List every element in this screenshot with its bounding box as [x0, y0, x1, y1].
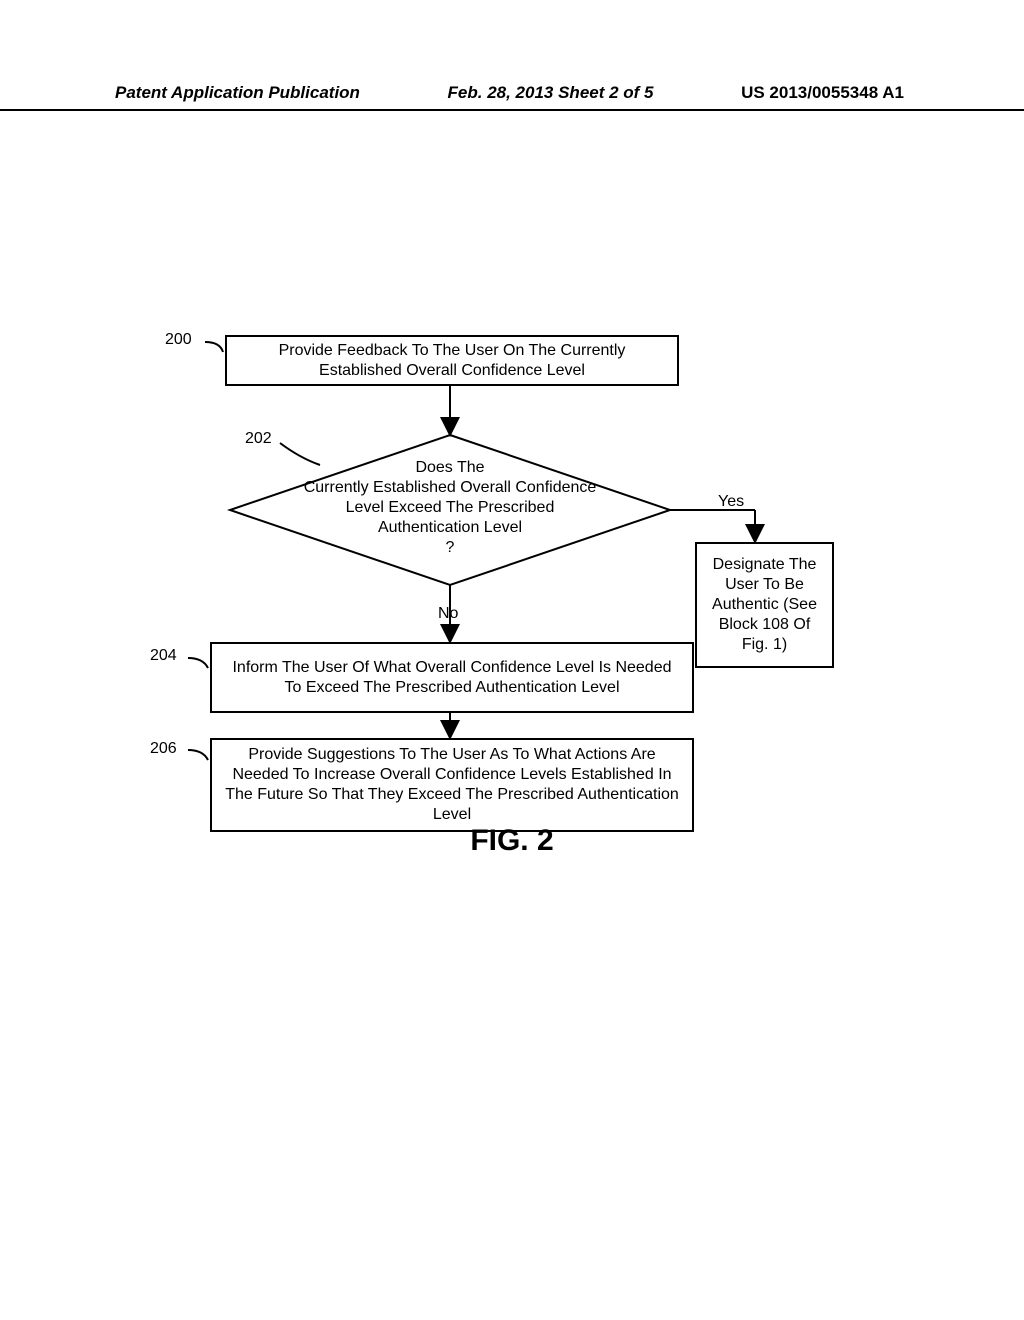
process-block-200: Provide Feedback To The User On The Curr… — [225, 335, 679, 386]
edge-label-no: No — [438, 605, 458, 623]
ref-202: 202 — [245, 430, 272, 448]
process-block-206: Provide Suggestions To The User As To Wh… — [210, 738, 694, 832]
ref-200: 200 — [165, 331, 192, 349]
decision-block-202: Does The Currently Established Overall C… — [260, 458, 640, 558]
header-right: US 2013/0055348 A1 — [741, 83, 904, 103]
block-text: Inform The User Of What Overall Confiden… — [222, 658, 682, 698]
header-center: Feb. 28, 2013 Sheet 2 of 5 — [448, 83, 654, 103]
block-text: Designate The User To Be Authentic (See … — [707, 555, 822, 655]
ref-206: 206 — [150, 740, 177, 758]
ref-204: 204 — [150, 647, 177, 665]
page-header: Patent Application Publication Feb. 28, … — [0, 83, 1024, 111]
edge-label-yes: Yes — [718, 493, 744, 511]
block-text: Provide Suggestions To The User As To Wh… — [222, 745, 682, 825]
process-block-yes: Designate The User To Be Authentic (See … — [695, 542, 834, 668]
block-text: Provide Feedback To The User On The Curr… — [237, 341, 667, 381]
figure-label: FIG. 2 — [0, 824, 1024, 858]
process-block-204: Inform The User Of What Overall Confiden… — [210, 642, 694, 713]
header-left: Patent Application Publication — [115, 83, 360, 103]
flowchart: Provide Feedback To The User On The Curr… — [150, 330, 970, 870]
block-text: Does The Currently Established Overall C… — [304, 459, 597, 556]
